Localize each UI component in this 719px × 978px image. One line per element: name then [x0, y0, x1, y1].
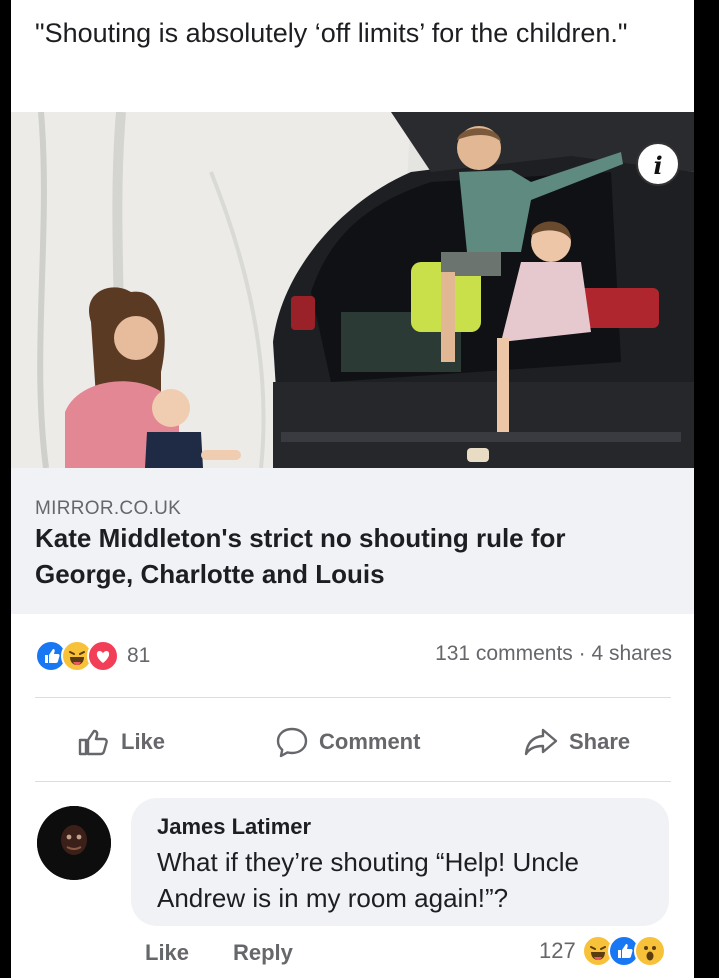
- divider: [35, 781, 671, 782]
- comment-button-label: Comment: [319, 729, 421, 754]
- like-button-label: Like: [121, 729, 166, 754]
- divider: [35, 697, 671, 698]
- comment-text: What if they’re shouting “Help! Uncle An…: [157, 847, 579, 913]
- thumbs-up-icon: [78, 729, 108, 756]
- link-title[interactable]: Kate Middleton's strict no shouting rule…: [35, 520, 655, 592]
- avatar[interactable]: [37, 806, 111, 880]
- link-preview-image[interactable]: i: [11, 112, 694, 468]
- comment-button[interactable]: Comment: [275, 722, 420, 762]
- link-domain: MIRROR.CO.UK: [35, 498, 182, 519]
- love-reaction-icon: [87, 640, 119, 672]
- share-button[interactable]: Share: [523, 722, 630, 762]
- share-button-label: Share: [569, 729, 631, 754]
- wow-reaction-icon: [633, 935, 666, 967]
- photo-illustration: [11, 112, 694, 468]
- info-icon[interactable]: i: [636, 142, 680, 186]
- share-icon: [524, 728, 558, 756]
- comment-reaction-count: 127: [539, 938, 576, 963]
- post-caption: "Shouting is absolutely ‘off limits’ for…: [35, 18, 628, 48]
- comments-shares-count[interactable]: 131 comments · 4 shares: [435, 642, 672, 666]
- comment-author[interactable]: James Latimer: [157, 814, 311, 840]
- link-preview[interactable]: MIRROR.CO.UK Kate Middleton's strict no …: [11, 468, 694, 614]
- comment-bubble: James Latimer What if they’re shouting “…: [131, 798, 669, 926]
- comment-icon: [276, 727, 308, 758]
- comment-reactions[interactable]: 127: [539, 934, 666, 968]
- comment-reply-button[interactable]: Reply: [233, 940, 293, 966]
- post-card: "Shouting is absolutely ‘off limits’ for…: [11, 0, 694, 978]
- reaction-summary[interactable]: 81: [35, 640, 150, 672]
- reaction-count: 81: [127, 644, 151, 667]
- like-button[interactable]: Like: [77, 722, 165, 762]
- comment-like-button[interactable]: Like: [145, 940, 189, 966]
- avatar-image: [37, 806, 111, 880]
